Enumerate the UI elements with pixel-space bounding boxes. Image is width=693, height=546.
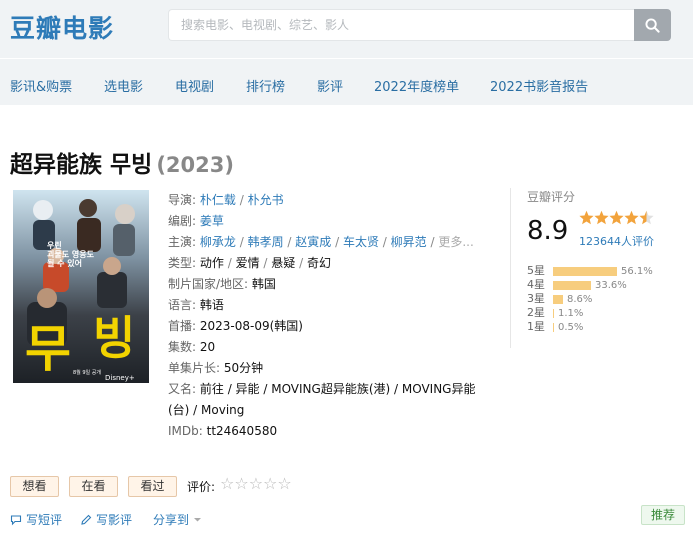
director-link[interactable]: 朴允书 — [248, 193, 284, 207]
votes-link[interactable]: 123644人评价 — [579, 233, 654, 249]
language-row: 语言: 韩语 — [168, 298, 224, 312]
want-to-watch-button[interactable]: 想看 — [10, 476, 59, 497]
comment-icon — [10, 514, 22, 525]
page-title: 超异能族 무빙 (2023) — [10, 145, 234, 179]
watched-button[interactable]: 看过 — [128, 476, 177, 497]
cast-link[interactable]: 柳昇范 — [391, 235, 427, 249]
rating-bar-2: 2星 1.1% — [527, 306, 584, 319]
writer-link[interactable]: 姜草 — [200, 214, 224, 228]
pencil-icon — [81, 514, 92, 525]
nav-item-annual-report[interactable]: 2022书影音报告 — [490, 76, 588, 95]
poster-platform: Disney+ — [105, 374, 135, 382]
main-nav: 影讯&购票 选电影 电视剧 排行榜 影评 2022年度榜单 2022书影音报告 — [0, 58, 693, 105]
director-link[interactable]: 朴仁载 — [200, 193, 236, 207]
rating-bar-3: 3星 8.6% — [527, 292, 593, 305]
evaluate-label: 评价: — [187, 480, 216, 494]
poster-title-2: 빙 — [93, 311, 135, 365]
write-review-link[interactable]: 写影评 — [80, 511, 132, 528]
cast-link[interactable]: 赵寅成 — [295, 235, 331, 249]
cast-link[interactable]: 车太贤 — [343, 235, 379, 249]
rating-bar-fill — [553, 294, 563, 304]
rating-bar-1: 1星 0.5% — [527, 320, 584, 333]
nav-item-charts[interactable]: 排行榜 — [246, 76, 285, 95]
poster-date: 8월 9일 공개 — [73, 369, 101, 376]
rating-bar-5: 5星 56.1% — [527, 264, 653, 277]
episodes-row: 集数: 20 — [168, 340, 216, 354]
rating-score: 8.9 — [527, 216, 569, 246]
top-bar: 豆瓣电影 — [0, 0, 693, 58]
rating-bar-4: 4星 33.6% — [527, 278, 627, 291]
rating-bar-fill — [553, 322, 554, 332]
watching-button[interactable]: 在看 — [69, 476, 118, 497]
share-dropdown[interactable]: 分享到 — [153, 511, 202, 528]
chevron-down-icon — [194, 518, 202, 522]
nav-item-reviews[interactable]: 影评 — [317, 76, 343, 95]
aka-row: 又名: 前往 / 异能 / MOVING超异能族(港) / MOVING异能 — [168, 382, 476, 396]
imdb-row: IMDb: tt24640580 — [168, 424, 278, 438]
nav-item-choose-movie[interactable]: 选电影 — [104, 76, 143, 95]
rating-bar-fill — [553, 308, 554, 318]
rate-stars-input[interactable]: ☆☆☆☆☆ — [220, 474, 292, 493]
cast-row: 主演: 柳承龙 / 韩孝周 / 赵寅成 / 车太贤 / 柳昇范 / 更多... — [168, 235, 474, 249]
recommend-button[interactable]: 推荐 — [641, 505, 685, 525]
country-row: 制片国家/地区: 韩国 — [168, 277, 276, 291]
title-year: (2023) — [156, 153, 234, 177]
douban-movie-logo[interactable]: 豆瓣电影 — [10, 9, 114, 45]
search-icon — [645, 17, 660, 33]
rating-panel: 豆瓣评分 8.9 123644人评价 5星 56.1% 4星 33.6% 3星 8.6… — [510, 188, 685, 348]
info-panel: 导演: 朴仁载 / 朴允书 编剧: 姜草 主演: 柳承龙 / 韩孝周 / 赵寅成… — [168, 190, 498, 442]
runtime-row: 单集片长: 50分钟 — [168, 361, 264, 375]
nav-item-tv[interactable]: 电视剧 — [175, 76, 214, 95]
aka-row-cont: (台) / Moving — [168, 403, 245, 417]
cast-link[interactable]: 柳承龙 — [200, 235, 236, 249]
cast-more-link[interactable]: 更多... — [438, 235, 473, 249]
title-text: 超异能族 무빙 — [10, 152, 153, 178]
genre-row: 类型: 动作 / 爱情 / 悬疑 / 奇幻 — [168, 256, 331, 270]
cast-link[interactable]: 韩孝周 — [248, 235, 284, 249]
star-icon — [579, 210, 654, 225]
write-short-review-link[interactable]: 写短评 — [10, 511, 62, 528]
poster-image[interactable]: 무 빙 우린 괴물도 영웅도 될 수 있어 8월 9일 공개 Disney+ — [13, 190, 149, 383]
poster-art: 무 빙 우린 괴물도 영웅도 될 수 있어 8월 9일 공개 Disney+ — [13, 190, 149, 383]
rating-stars — [579, 210, 657, 231]
rating-bar-fill — [553, 280, 591, 290]
search-input[interactable] — [168, 9, 635, 41]
rating-title: 豆瓣评分 — [527, 190, 576, 204]
rating-bar-fill — [553, 266, 617, 276]
poster-title-1: 무 — [25, 320, 71, 378]
nav-item-annual-list[interactable]: 2022年度榜单 — [374, 76, 459, 95]
search-button[interactable] — [634, 9, 671, 41]
premiere-row: 首播: 2023-08-09(韩国) — [168, 319, 303, 333]
nav-item-tickets[interactable]: 影讯&购票 — [10, 76, 72, 95]
director-row: 导演: 朴仁载 / 朴允书 — [168, 193, 284, 207]
writer-row: 编剧: 姜草 — [168, 214, 224, 228]
